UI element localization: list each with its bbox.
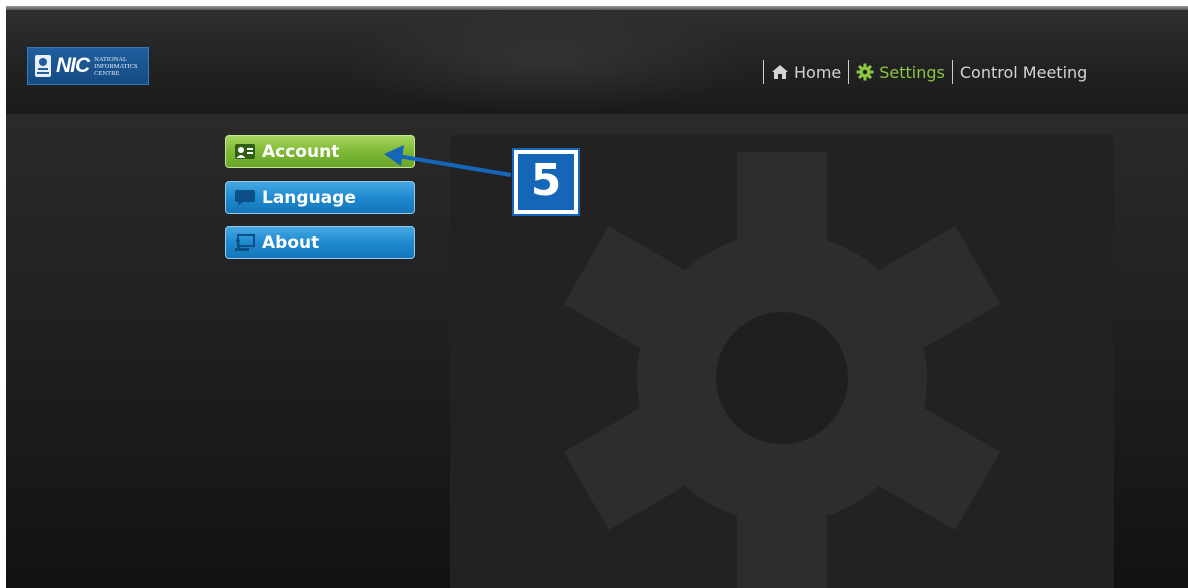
account-card-icon — [234, 142, 256, 162]
settings-window: NIC NATIONAL INFORMATICS CENTRE Home Set… — [6, 6, 1188, 588]
nav-settings[interactable]: Settings — [856, 63, 945, 82]
sidebar-item-label: Account — [262, 141, 340, 162]
sidebar-item-about[interactable]: About — [225, 226, 415, 259]
home-icon — [772, 65, 788, 79]
nav-home-label: Home — [794, 62, 842, 82]
logo-line-3: CENTRE — [94, 69, 120, 77]
logo-fullname: NATIONAL INFORMATICS CENTRE — [94, 56, 137, 77]
nic-logo: NIC NATIONAL INFORMATICS CENTRE — [27, 47, 149, 85]
logo-line-1: NATIONAL — [94, 55, 128, 63]
nav-settings-label: Settings — [879, 62, 945, 82]
nav-home[interactable]: Home — [771, 63, 841, 82]
nav-separator — [848, 60, 850, 84]
sidebar-item-account[interactable]: Account — [225, 135, 415, 168]
sidebar-item-label: About — [262, 232, 320, 253]
presentation-icon — [234, 233, 256, 253]
callout-badge: 5 — [512, 148, 580, 216]
nav-separator — [763, 60, 764, 84]
header-bar: NIC NATIONAL INFORMATICS CENTRE Home Set… — [6, 10, 1188, 114]
emblem-icon — [35, 55, 51, 77]
nav-control-meeting-label: Control Meeting — [959, 62, 1088, 82]
sidebar-item-language[interactable]: Language — [225, 181, 415, 214]
content-area: Account Language About — [6, 114, 1188, 588]
speech-bubble-icon — [234, 188, 256, 208]
nav-control-meeting[interactable]: Control Meeting — [960, 63, 1087, 82]
top-navigation: Home Settings Control Meeting — [756, 59, 1087, 85]
logo-mark: NIC — [56, 54, 90, 77]
nav-separator — [951, 60, 953, 84]
header-glow — [336, 10, 756, 114]
logo-line-2: INFORMATICS — [94, 62, 138, 70]
sidebar-item-label: Language — [262, 187, 356, 208]
gear-icon — [856, 63, 874, 81]
